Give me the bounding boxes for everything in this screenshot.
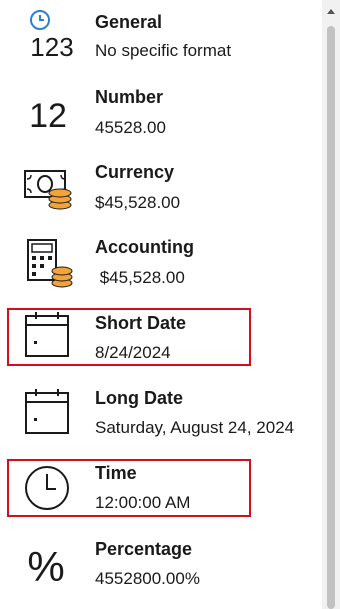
format-sample: 8/24/2024 xyxy=(95,343,171,362)
format-sample: $45,528.00 xyxy=(95,193,181,212)
format-name: Currency xyxy=(95,162,175,182)
scroll-up-arrow-icon[interactable] xyxy=(322,0,340,22)
general-format-icon: 123 xyxy=(22,6,76,60)
format-name: Time xyxy=(95,463,137,483)
format-name: Long Date xyxy=(95,388,183,408)
calendar-icon xyxy=(22,308,76,362)
format-name: Accounting xyxy=(95,237,194,257)
calendar-icon xyxy=(22,385,76,439)
number-icon-text: 12 xyxy=(29,97,67,135)
format-name: General xyxy=(95,12,163,32)
accounting-icon xyxy=(22,237,76,291)
format-item-percentage[interactable]: % Percentage 4552800.00% xyxy=(0,525,322,600)
format-item-currency[interactable]: Currency $45,528.00 xyxy=(0,150,322,225)
format-sample: No specific format xyxy=(95,41,232,60)
format-item-general[interactable]: 123 General No specific format xyxy=(0,0,322,75)
format-sample: $45,528.00 xyxy=(95,268,185,287)
format-sample: Saturday, August 24, 2024 xyxy=(95,418,295,437)
number-format-icon: 12 xyxy=(22,85,76,139)
format-name: Number xyxy=(95,87,164,107)
format-sample: 12:00:00 AM xyxy=(95,493,191,512)
format-item-time[interactable]: Time 12:00:00 AM xyxy=(0,450,322,525)
clock-icon xyxy=(22,461,76,515)
format-item-long-date[interactable]: Long Date Saturday, August 24, 2024 xyxy=(0,375,322,450)
general-icon-text: 123 xyxy=(30,32,73,60)
format-name: Percentage xyxy=(95,539,193,559)
number-format-list: 123 General No specific format 12 Number… xyxy=(0,0,322,609)
format-item-number[interactable]: 12 Number 45528.00 xyxy=(0,75,322,150)
vertical-scrollbar[interactable] xyxy=(322,0,340,609)
percent-icon: % xyxy=(22,537,76,591)
format-sample: 4552800.00% xyxy=(95,569,200,588)
format-name: Short Date xyxy=(95,313,187,333)
format-item-short-date[interactable]: Short Date 8/24/2024 xyxy=(0,300,322,375)
currency-icon xyxy=(22,162,76,216)
format-sample: 45528.00 xyxy=(95,118,166,137)
percent-icon-text: % xyxy=(27,543,64,590)
format-item-accounting[interactable]: Accounting $45,528.00 xyxy=(0,225,322,300)
scrollbar-thumb[interactable] xyxy=(327,26,335,609)
